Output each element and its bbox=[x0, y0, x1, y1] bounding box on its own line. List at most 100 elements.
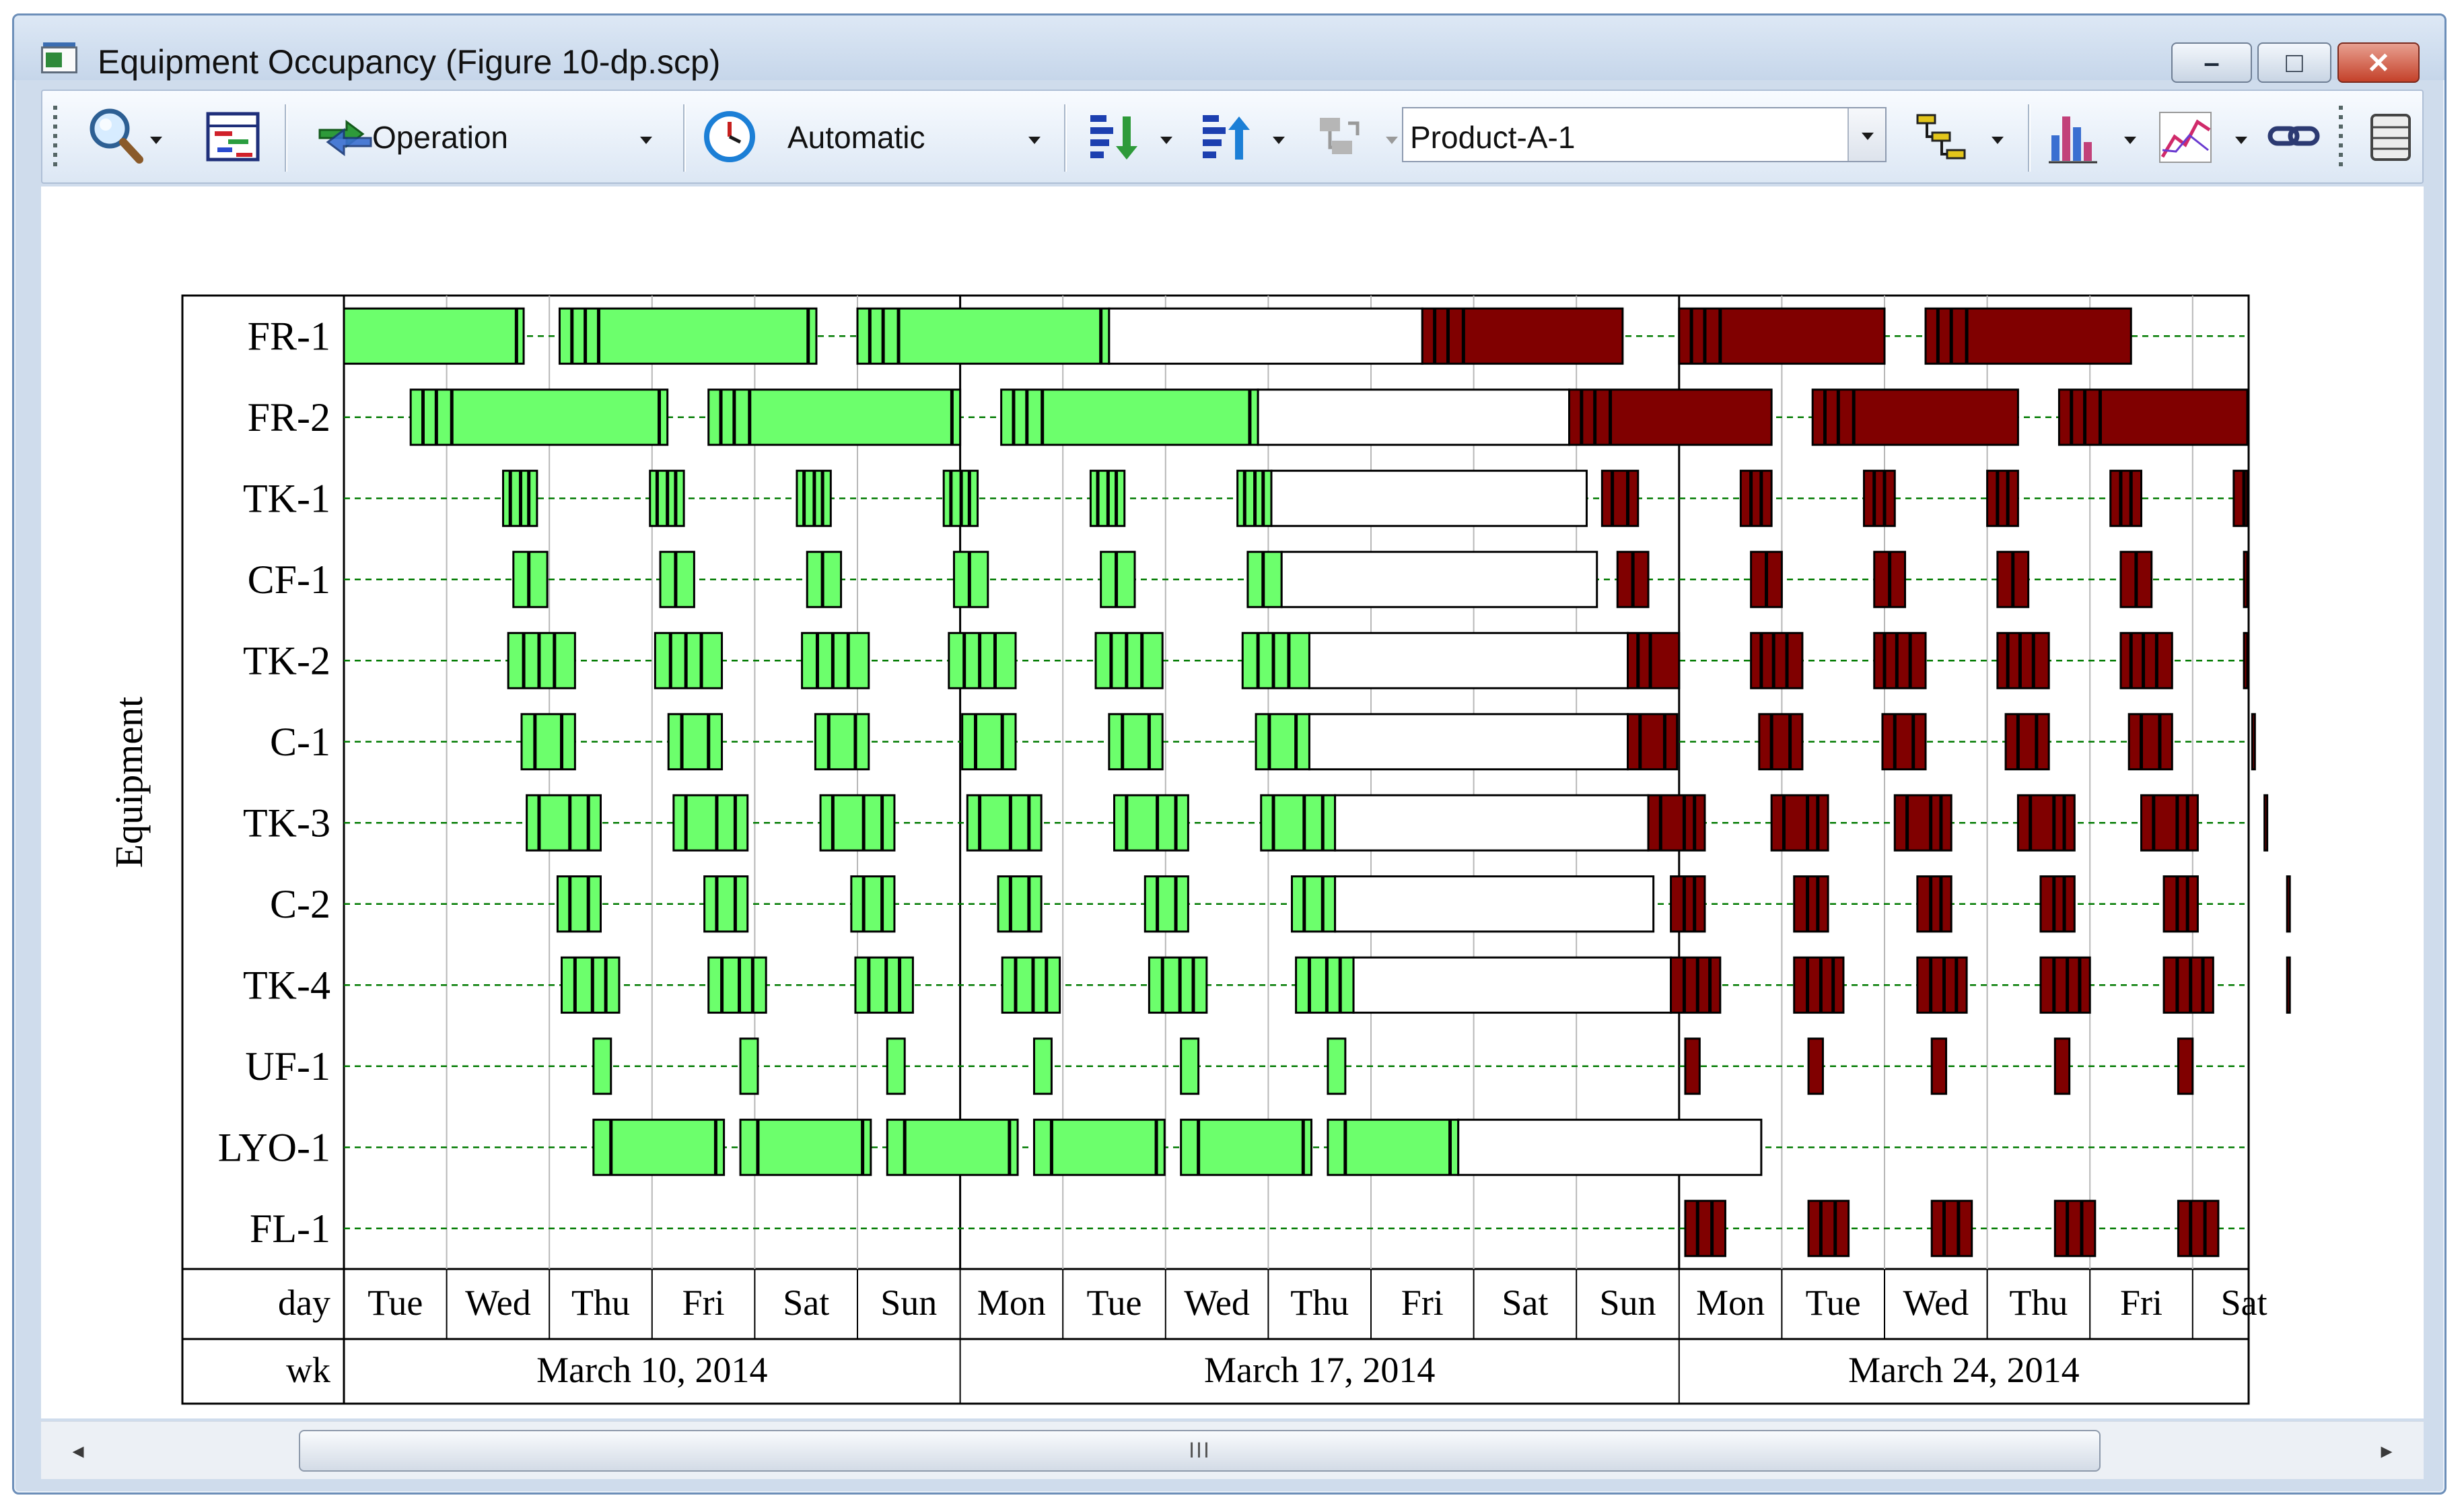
gantt-bar bbox=[2177, 1200, 2220, 1258]
minimize-button[interactable]: – bbox=[2171, 42, 2252, 83]
gantt-bar bbox=[1930, 1037, 1948, 1095]
gantt-bar bbox=[667, 713, 724, 771]
title-bar[interactable]: Equipment Occupancy (Figure 10-dp.scp) –… bbox=[14, 15, 2444, 83]
toolbar-grip[interactable] bbox=[2339, 106, 2343, 170]
zoom-dropdown-arrow[interactable] bbox=[150, 137, 162, 144]
zoom-button[interactable] bbox=[83, 103, 164, 170]
application-window: Equipment Occupancy (Figure 10-dp.scp) –… bbox=[12, 13, 2447, 1495]
sort-up-dropdown-arrow[interactable] bbox=[1273, 137, 1285, 144]
gantt-bar bbox=[814, 713, 870, 771]
gantt-bar bbox=[850, 875, 896, 933]
cascade-button[interactable] bbox=[1912, 103, 2004, 170]
maximize-button[interactable]: □ bbox=[2257, 42, 2331, 83]
gantt-bar bbox=[1647, 794, 1706, 852]
gantt-bar bbox=[1108, 713, 1164, 771]
day-tick-label: Sat bbox=[783, 1282, 829, 1323]
product-select-value: Product-A-1 bbox=[1410, 120, 1576, 155]
product-select[interactable]: Product-A-1 bbox=[1402, 107, 1887, 162]
gantt-bar bbox=[1257, 388, 1571, 446]
gantt-bar bbox=[739, 1118, 872, 1176]
scroll-right-arrow[interactable]: ▸ bbox=[2370, 1433, 2403, 1469]
day-tick-label: Sat bbox=[1502, 1282, 1548, 1323]
sort-up-icon bbox=[1203, 115, 1250, 160]
y-axis-title: Equipment bbox=[107, 697, 151, 868]
gantt-bar bbox=[1143, 875, 1189, 933]
line-chart-dropdown-arrow[interactable] bbox=[2235, 137, 2247, 144]
gantt-bar bbox=[1568, 388, 1773, 446]
product-select-button[interactable] bbox=[1847, 108, 1885, 161]
line-chart-icon bbox=[2159, 112, 2212, 163]
gantt-bar bbox=[1327, 1118, 1460, 1176]
day-tick-label: Mon bbox=[977, 1282, 1046, 1323]
clock-icon bbox=[704, 111, 755, 162]
gantt-bar bbox=[856, 307, 1111, 365]
view-mode-dropdown-arrow[interactable] bbox=[640, 137, 652, 144]
view-mode-dropdown[interactable]: Operation bbox=[312, 103, 662, 170]
bar-chart-button[interactable] bbox=[2045, 103, 2136, 170]
link-tool-button[interactable] bbox=[1308, 103, 1398, 170]
day-tick-label: Wed bbox=[1903, 1282, 1969, 1323]
bar-chart-icon bbox=[2049, 116, 2097, 164]
gantt-bar bbox=[1893, 794, 1952, 852]
gantt-bar bbox=[2053, 1200, 2097, 1258]
gantt-bar bbox=[854, 956, 914, 1014]
time-mode-dropdown-arrow[interactable] bbox=[1028, 137, 1041, 144]
cascade-icon bbox=[1916, 114, 1966, 160]
database-button[interactable] bbox=[2361, 103, 2422, 170]
gantt-bar bbox=[1032, 1118, 1166, 1176]
gantt-bar bbox=[1793, 875, 1829, 933]
equipment-label: TK-3 bbox=[243, 800, 330, 845]
gantt-bar bbox=[2162, 875, 2199, 933]
gantt-bar bbox=[1308, 713, 1629, 771]
sort-up-button[interactable] bbox=[1195, 103, 1285, 170]
gantt-bar bbox=[2243, 631, 2249, 689]
gantt-grid-button[interactable] bbox=[204, 103, 265, 170]
day-tick-label: Thu bbox=[571, 1282, 630, 1323]
sort-down-dropdown-arrow[interactable] bbox=[1160, 137, 1172, 144]
equipment-label: C-1 bbox=[270, 720, 330, 764]
sort-down-button[interactable] bbox=[1082, 103, 1172, 170]
gantt-bar bbox=[1996, 631, 2050, 689]
gantt-bar bbox=[1001, 956, 1061, 1014]
day-tick-label: Sun bbox=[880, 1282, 937, 1323]
chart-area: Tue Wed Thu Fri Sat Sun Mon Tue Wed Thu Fri Sat Sun M… bbox=[41, 186, 2424, 1418]
gantt-bar bbox=[948, 631, 1017, 689]
app-icon[interactable] bbox=[41, 42, 77, 73]
gantt-bar bbox=[886, 1037, 906, 1095]
gantt-bar bbox=[592, 1118, 726, 1176]
gantt-bar bbox=[1873, 631, 1927, 689]
toolbar-grip[interactable] bbox=[53, 106, 57, 170]
gantt-bar bbox=[1180, 1118, 1312, 1176]
equipment-label: TK-2 bbox=[243, 638, 330, 683]
cascade-dropdown-arrow[interactable] bbox=[1992, 137, 2004, 144]
gantt-bar bbox=[1670, 956, 1722, 1014]
gantt-bar bbox=[1600, 469, 1640, 527]
gantt-bar bbox=[1148, 956, 1208, 1014]
gantt-bar bbox=[556, 875, 602, 933]
gantt-bar bbox=[2053, 1037, 2071, 1095]
day-tick-label: Sat bbox=[2221, 1282, 2267, 1323]
bar-chart-dropdown-arrow[interactable] bbox=[2124, 137, 2136, 144]
gantt-bar bbox=[703, 875, 749, 933]
link-button[interactable] bbox=[2265, 103, 2325, 170]
toolbar-separator bbox=[1064, 104, 1065, 172]
gantt-bar bbox=[1670, 875, 1706, 933]
gantt-bar bbox=[343, 307, 525, 365]
gantt-bar bbox=[2004, 713, 2050, 771]
gantt-bar bbox=[2039, 956, 2091, 1014]
maximize-icon: □ bbox=[2286, 46, 2303, 78]
gantt-bar bbox=[1684, 1037, 1701, 1095]
gantt-bar bbox=[961, 713, 1017, 771]
horizontal-scrollbar[interactable]: ◂ III ▸ bbox=[41, 1421, 2424, 1479]
gantt-bar bbox=[1684, 1200, 1726, 1258]
scroll-left-arrow[interactable]: ◂ bbox=[61, 1433, 95, 1469]
line-chart-button[interactable] bbox=[2156, 103, 2247, 170]
close-button[interactable]: ✕ bbox=[2337, 42, 2420, 83]
link-tool-dropdown-arrow[interactable] bbox=[1386, 137, 1398, 144]
gantt-bar bbox=[2286, 875, 2291, 933]
time-mode-dropdown[interactable]: Automatic bbox=[699, 103, 1049, 170]
scrollbar-thumb[interactable]: III bbox=[299, 1430, 2101, 1472]
gantt-bar bbox=[1334, 794, 1650, 852]
gantt-bar bbox=[1290, 875, 1337, 933]
gantt-bar bbox=[1862, 469, 1896, 527]
